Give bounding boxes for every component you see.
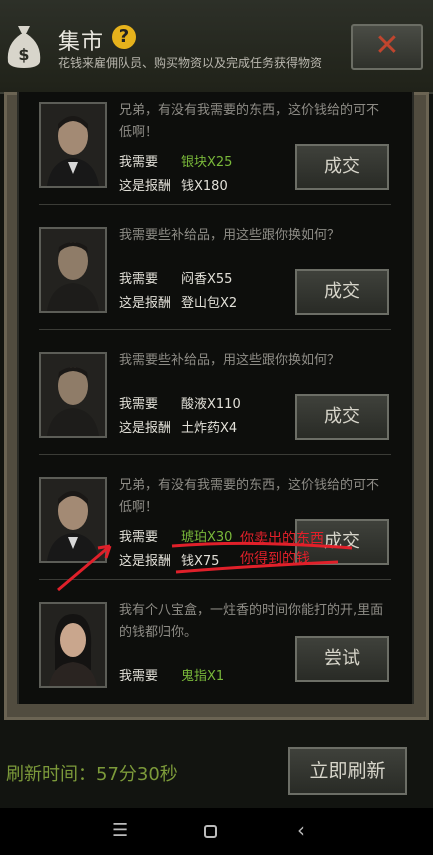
try-button[interactable]: 尝试 [295,636,389,682]
merchant-quote: 我需要些补给品，用这些跟你换如何？ [119,353,341,368]
need-label: 我需要 [119,397,159,412]
merchant-quote: 兄弟，有没有我需要的东西，这价钱给的可不低啊！ [119,478,380,515]
trade-card: 兄弟，有没有我需要的东西，这价钱给的可不低啊！ 我需要 银块X25 这是报酬 钱… [39,92,391,205]
trade-card: 兄弟，有没有我需要的东西，这价钱给的可不低啊！ 我需要 琥珀X30 这是报酬 钱… [39,467,391,580]
deal-button[interactable]: 成交 [295,144,389,190]
trade-list[interactable]: 兄弟，有没有我需要的东西，这价钱给的可不低啊！ 我需要 银块X25 这是报酬 钱… [17,92,414,704]
back-icon[interactable]: ‹ [297,818,305,842]
reward-label: 这是报酬 [119,296,172,311]
trade-card: 我有个八宝盒，一炷香的时间你能打的开,里面的钱都归你。 我需要 鬼指X1 尝试 [39,592,391,704]
reward-item: 钱X75 [181,554,220,569]
merchant-portrait [39,227,107,313]
annotation-received-label: 你得到的钱 [240,551,310,567]
merchant-portrait [39,102,107,188]
question-icon[interactable]: ? [112,25,136,49]
need-item: 银块X25 [181,155,233,170]
annotation-sold-label: 你卖出的东西 [240,531,324,547]
deal-button[interactable]: 成交 [295,269,389,315]
need-item: 琥珀X30 [181,530,233,545]
home-icon[interactable] [204,825,217,838]
deal-button[interactable]: 成交 [295,394,389,440]
merchant-quote: 兄弟，有没有我需要的东西，这价钱给的可不低啊！ [119,103,380,140]
reward-item: 登山包X2 [181,296,238,311]
svg-text:$: $ [18,45,29,64]
page-title: 集市 [58,30,105,55]
trade-card: 我需要些补给品，用这些跟你换如何？ 我需要 闷香X55 这是报酬 登山包X2 成… [39,217,391,330]
need-label: 我需要 [119,530,159,545]
need-label: 我需要 [119,155,159,170]
page-subtitle: 花钱来雇佣队员、购买物资以及完成任务获得物资 [58,56,323,70]
need-item: 闷香X55 [181,272,233,287]
need-label: 我需要 [119,272,159,287]
need-item: 鬼指X1 [181,669,225,684]
refresh-timer: 刷新时间：57分30秒 [6,764,178,785]
merchant-quote: 我需要些补给品，用这些跟你换如何？ [119,228,341,243]
trade-card: 我需要些补给品，用这些跟你换如何？ 我需要 酸液X110 这是报酬 土炸药X4 … [39,342,391,455]
header-bar: $ 集市 ? 花钱来雇佣队员、购买物资以及完成任务获得物资 ✕ [0,0,433,94]
close-icon: ✕ [374,28,400,63]
reward-label: 这是报酬 [119,421,172,436]
system-nav-bar: ☰ ‹ [0,808,433,855]
close-button[interactable]: ✕ [351,24,423,70]
reward-label: 这是报酬 [119,554,172,569]
need-label: 我需要 [119,669,159,684]
reward-item: 土炸药X4 [181,421,238,436]
need-item: 酸液X110 [181,397,241,412]
menu-icon[interactable]: ☰ [112,820,128,841]
refresh-now-button[interactable]: 立即刷新 [288,747,407,795]
merchant-portrait [39,352,107,438]
merchant-portrait [39,477,107,563]
reward-label: 这是报酬 [119,179,172,194]
merchant-portrait [39,602,107,688]
money-bag-icon: $ [7,26,41,68]
reward-item: 钱X180 [181,179,228,194]
